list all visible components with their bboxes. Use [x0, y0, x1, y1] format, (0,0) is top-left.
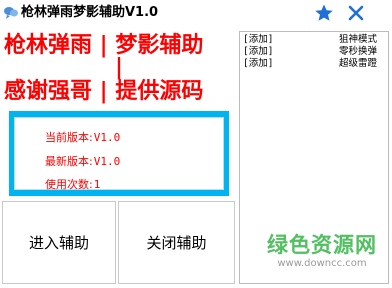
enter-assist-button[interactable]: 进入辅助	[2, 201, 116, 284]
use-count-row: 使用次数:1	[45, 178, 100, 192]
latest-version-row: 最新版本:V1.0	[45, 155, 120, 169]
watermark-title: 绿色资源网	[267, 233, 377, 257]
log-tag: [添加]	[243, 46, 274, 57]
log-message: 狙神模式	[338, 34, 377, 45]
log-message: 超级雷蹬	[338, 58, 377, 69]
list-item: [添加] 超级雷蹬	[243, 58, 383, 69]
watermark: 绿色资源网 www.downcc.com	[254, 232, 390, 270]
watermark-url: www.downcc.com	[277, 258, 367, 269]
list-item: [添加] 零秒换弹	[243, 46, 383, 57]
latest-version-value: V1.0	[93, 155, 121, 168]
star-icon[interactable]	[314, 3, 334, 23]
use-count-value: 1	[93, 178, 101, 191]
log-tag: [添加]	[243, 58, 274, 69]
headline-separator: |	[115, 54, 124, 80]
close-icon[interactable]	[346, 4, 366, 22]
use-count-label: 使用次数:	[45, 178, 93, 191]
close-assist-button[interactable]: 关闭辅助	[118, 201, 235, 284]
current-version-value: V1.0	[93, 131, 121, 144]
headline-line-2: 感谢强哥 | 提供源码	[4, 78, 204, 104]
list-item: [添加] 狙神模式	[243, 34, 383, 45]
window-title: 枪林弹雨梦影辅助V1.0	[21, 5, 159, 20]
current-version-row: 当前版本:V1.0	[45, 131, 120, 145]
app-icon	[4, 7, 18, 19]
version-info-frame: 当前版本:V1.0 最新版本:V1.0 使用次数:1	[9, 111, 229, 196]
headline-line-1: 枪林弹雨 | 梦影辅助	[4, 32, 204, 58]
current-version-label: 当前版本:	[45, 131, 93, 144]
title-bar: 枪林弹雨梦影辅助V1.0	[0, 0, 392, 26]
version-info-panel: 当前版本:V1.0 最新版本:V1.0 使用次数:1	[14, 117, 224, 192]
log-tag: [添加]	[243, 34, 274, 45]
latest-version-label: 最新版本:	[45, 155, 93, 168]
log-message: 零秒换弹	[338, 46, 377, 57]
